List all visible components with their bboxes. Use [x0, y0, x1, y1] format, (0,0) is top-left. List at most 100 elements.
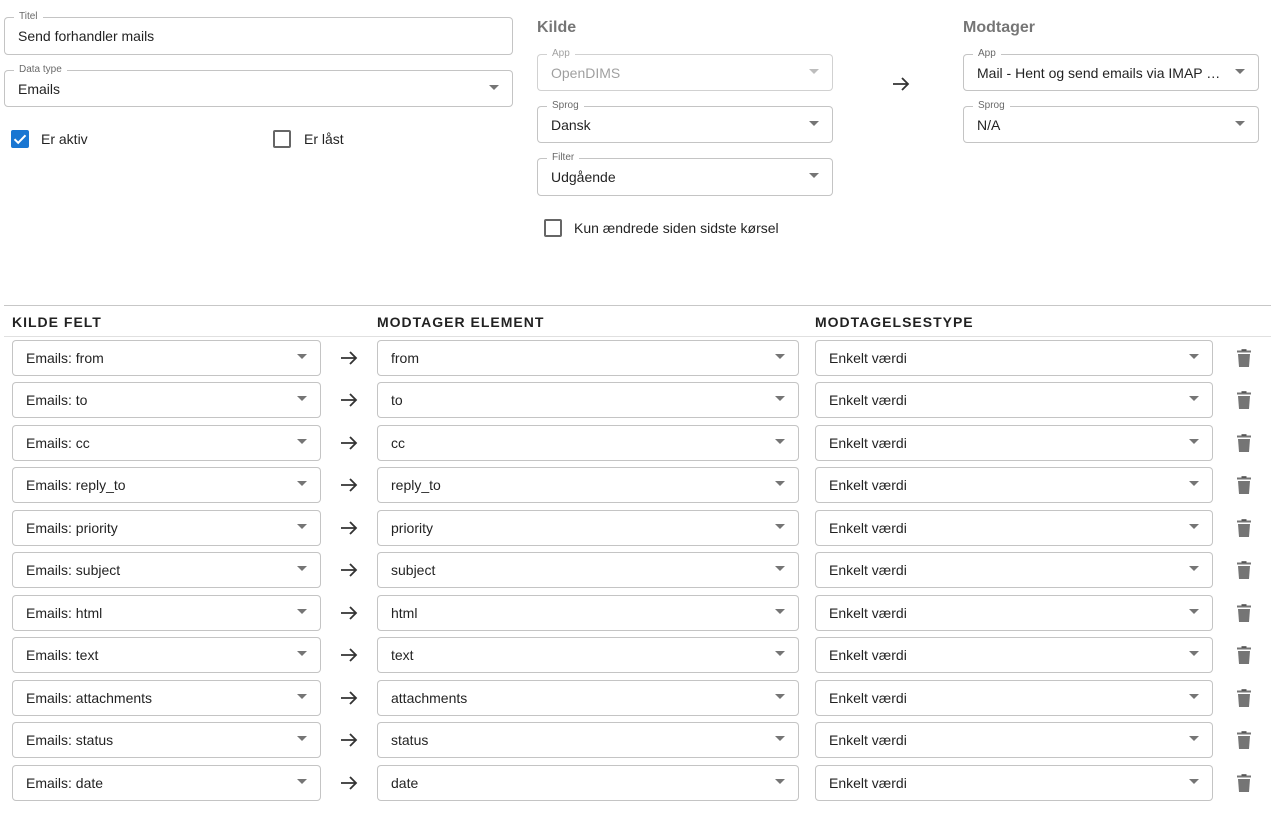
receiver-element-select[interactable]: text — [377, 637, 799, 673]
chevron-down-icon — [1189, 481, 1199, 486]
chevron-down-icon — [809, 120, 819, 126]
receiver-element-select[interactable]: date — [377, 765, 799, 801]
receive-type-select[interactable]: Enkelt værdi — [815, 382, 1213, 418]
chevron-down-icon — [297, 736, 307, 741]
is-locked-checkbox[interactable] — [273, 130, 291, 148]
only-changed-checkbox[interactable] — [544, 219, 562, 237]
trash-icon[interactable] — [1237, 689, 1251, 707]
source-field-select[interactable]: Emails: reply_to — [12, 467, 321, 503]
receiver-element-select[interactable]: to — [377, 382, 799, 418]
trash-icon[interactable] — [1237, 391, 1251, 409]
receive-type-select-value: Enkelt værdi — [829, 732, 907, 748]
chevron-down-icon — [1189, 736, 1199, 741]
source-filter-select[interactable]: Filter Udgående — [537, 152, 833, 196]
trash-icon[interactable] — [1237, 349, 1251, 367]
chevron-down-icon — [1189, 354, 1199, 359]
source-field-select[interactable]: Emails: date — [12, 765, 321, 801]
title-field-value[interactable]: Send forhandler mails — [18, 27, 476, 45]
column-header-receive-type: MODTAGELSESTYPE — [815, 314, 974, 330]
receive-type-select[interactable]: Enkelt værdi — [815, 722, 1213, 758]
source-field-select-value: Emails: from — [26, 350, 104, 366]
receive-type-select[interactable]: Enkelt værdi — [815, 680, 1213, 716]
source-field-select[interactable]: Emails: cc — [12, 425, 321, 461]
receive-type-select-value: Enkelt værdi — [829, 350, 907, 366]
trash-icon[interactable] — [1237, 519, 1251, 537]
chevron-down-icon — [1189, 694, 1199, 699]
chevron-down-icon — [775, 609, 785, 614]
receive-type-select-value: Enkelt værdi — [829, 562, 907, 578]
trash-icon[interactable] — [1237, 731, 1251, 749]
receive-type-select[interactable]: Enkelt værdi — [815, 595, 1213, 631]
receiver-element-select[interactable]: subject — [377, 552, 799, 588]
source-field-select-value: Emails: attachments — [26, 690, 153, 706]
receive-type-select[interactable]: Enkelt værdi — [815, 467, 1213, 503]
source-field-select[interactable]: Emails: attachments — [12, 680, 321, 716]
source-heading: Kilde — [537, 19, 577, 36]
chevron-down-icon — [775, 566, 785, 571]
receive-type-select-value: Enkelt værdi — [829, 647, 907, 663]
source-field-select-value: Emails: to — [26, 392, 88, 408]
receive-type-select[interactable]: Enkelt værdi — [815, 552, 1213, 588]
chevron-down-icon — [775, 439, 785, 444]
chevron-down-icon — [1235, 68, 1245, 74]
chevron-down-icon — [297, 439, 307, 444]
receiver-element-select[interactable]: priority — [377, 510, 799, 546]
source-field-select[interactable]: Emails: html — [12, 595, 321, 631]
title-field[interactable]: Titel Send forhandler mails — [4, 11, 513, 55]
receive-type-select[interactable]: Enkelt værdi — [815, 637, 1213, 673]
source-field-select[interactable]: Emails: from — [12, 340, 321, 376]
arrow-right-icon — [341, 606, 358, 620]
arrow-right-icon — [341, 648, 358, 662]
trash-icon[interactable] — [1237, 646, 1251, 664]
receive-type-select[interactable]: Enkelt værdi — [815, 425, 1213, 461]
trash-icon[interactable] — [1237, 604, 1251, 622]
source-field-select[interactable]: Emails: subject — [12, 552, 321, 588]
receiver-language-label: Sprog — [973, 100, 1010, 112]
source-field-select[interactable]: Emails: priority — [12, 510, 321, 546]
source-field-select[interactable]: Emails: status — [12, 722, 321, 758]
receiver-element-select[interactable]: cc — [377, 425, 799, 461]
chevron-down-icon — [1189, 439, 1199, 444]
receiver-element-select-value: text — [391, 647, 414, 663]
receive-type-select[interactable]: Enkelt værdi — [815, 340, 1213, 376]
column-header-receiver-element: MODTAGER ELEMENT — [377, 314, 545, 330]
receive-type-select[interactable]: Enkelt værdi — [815, 765, 1213, 801]
receiver-element-select[interactable]: from — [377, 340, 799, 376]
chevron-down-icon — [297, 481, 307, 486]
arrow-right-icon — [341, 733, 358, 747]
trash-icon[interactable] — [1237, 434, 1251, 452]
source-field-select[interactable]: Emails: text — [12, 637, 321, 673]
chevron-down-icon — [775, 651, 785, 656]
receiver-element-select[interactable]: html — [377, 595, 799, 631]
chevron-down-icon — [489, 84, 499, 90]
receiver-element-select-value: subject — [391, 562, 436, 578]
receiver-element-select[interactable]: status — [377, 722, 799, 758]
receiver-element-select[interactable]: attachments — [377, 680, 799, 716]
arrow-right-icon — [341, 351, 358, 365]
trash-icon[interactable] — [1237, 561, 1251, 579]
chevron-down-icon — [1189, 396, 1199, 401]
receive-type-select[interactable]: Enkelt værdi — [815, 510, 1213, 546]
column-header-source-field: KILDE FELT — [12, 314, 102, 330]
chevron-down-icon — [1189, 566, 1199, 571]
source-field-select-value: Emails: status — [26, 732, 114, 748]
source-field-select[interactable]: Emails: to — [12, 382, 321, 418]
receiver-element-select[interactable]: reply_to — [377, 467, 799, 503]
title-field-label: Titel — [14, 11, 43, 23]
receiver-app-select[interactable]: App Mail - Hent og send emails via IMAP … — [963, 48, 1259, 91]
is-active-checkbox[interactable] — [11, 130, 29, 148]
trash-icon[interactable] — [1237, 476, 1251, 494]
data-type-value: Emails — [18, 80, 61, 97]
receiver-element-select-value: priority — [391, 520, 434, 536]
source-filter-label: Filter — [547, 152, 580, 164]
arrow-right-icon — [341, 478, 358, 492]
only-changed-label: Kun ændrede siden sidste kørsel — [574, 220, 779, 236]
receiver-language-select[interactable]: Sprog N/A — [963, 100, 1259, 143]
check-icon — [13, 134, 27, 145]
arrow-right-icon — [341, 691, 358, 705]
trash-icon[interactable] — [1237, 774, 1251, 792]
chevron-down-icon — [809, 173, 819, 178]
source-language-select[interactable]: Sprog Dansk — [537, 100, 833, 143]
chevron-down-icon — [775, 524, 785, 529]
data-type-select[interactable]: Data type Emails — [4, 64, 513, 107]
